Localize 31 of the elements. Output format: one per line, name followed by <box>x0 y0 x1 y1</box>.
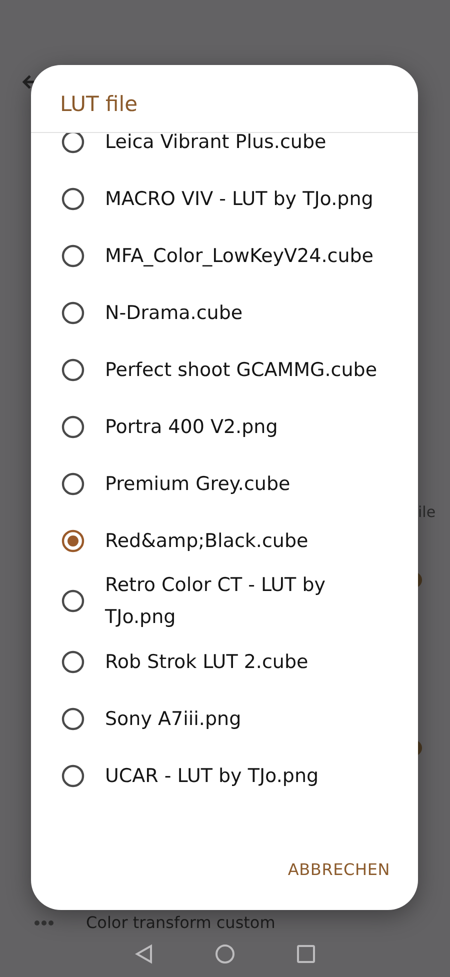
dialog-title: LUT file <box>60 91 139 118</box>
option-label[interactable]: Rob Strok LUT 2.cube <box>105 646 308 678</box>
radio-button[interactable] <box>61 244 85 268</box>
home-icon[interactable] <box>215 944 235 964</box>
cancel-button[interactable]: ABBRECHEN <box>288 854 390 885</box>
setting-label: ile <box>418 503 436 521</box>
option-label[interactable]: Premium Grey.cube <box>105 468 290 500</box>
radio-button[interactable] <box>61 472 85 496</box>
back-icon[interactable] <box>135 944 153 964</box>
radio-button[interactable] <box>61 186 85 210</box>
recents-icon[interactable] <box>297 944 315 962</box>
option-label[interactable]: Red&amp;Black.cube <box>105 524 308 556</box>
radio-button[interactable] <box>61 414 85 438</box>
option-label[interactable]: Retro Color CT - LUT by TJo.png <box>105 569 396 633</box>
option-label[interactable]: Perfect shoot GCAMMG.cube <box>105 354 378 386</box>
option-label[interactable]: UCAR - LUT by TJo.png <box>105 760 319 792</box>
option-label[interactable]: Sony A7iii.png <box>105 702 242 734</box>
radio-button[interactable] <box>61 706 85 730</box>
option-label[interactable]: Leica Vibrant Plus.cube <box>105 133 326 158</box>
option-label[interactable]: MACRO VIV - LUT by TJo.png <box>105 182 374 214</box>
radio-button[interactable] <box>61 589 85 613</box>
radio-button[interactable] <box>61 358 85 382</box>
setting-label: Color transform custom <box>86 913 276 932</box>
option-label[interactable]: MFA_Color_LowKeyV24.cube <box>105 240 374 272</box>
radio-button[interactable] <box>61 650 85 674</box>
radio-button[interactable] <box>61 528 85 552</box>
radio-button[interactable] <box>61 300 85 324</box>
radio-button[interactable] <box>61 133 85 154</box>
option-label[interactable]: Portra 400 V2.png <box>105 410 278 442</box>
radio-button[interactable] <box>61 764 85 788</box>
option-label[interactable]: N-Drama.cube <box>105 296 243 328</box>
